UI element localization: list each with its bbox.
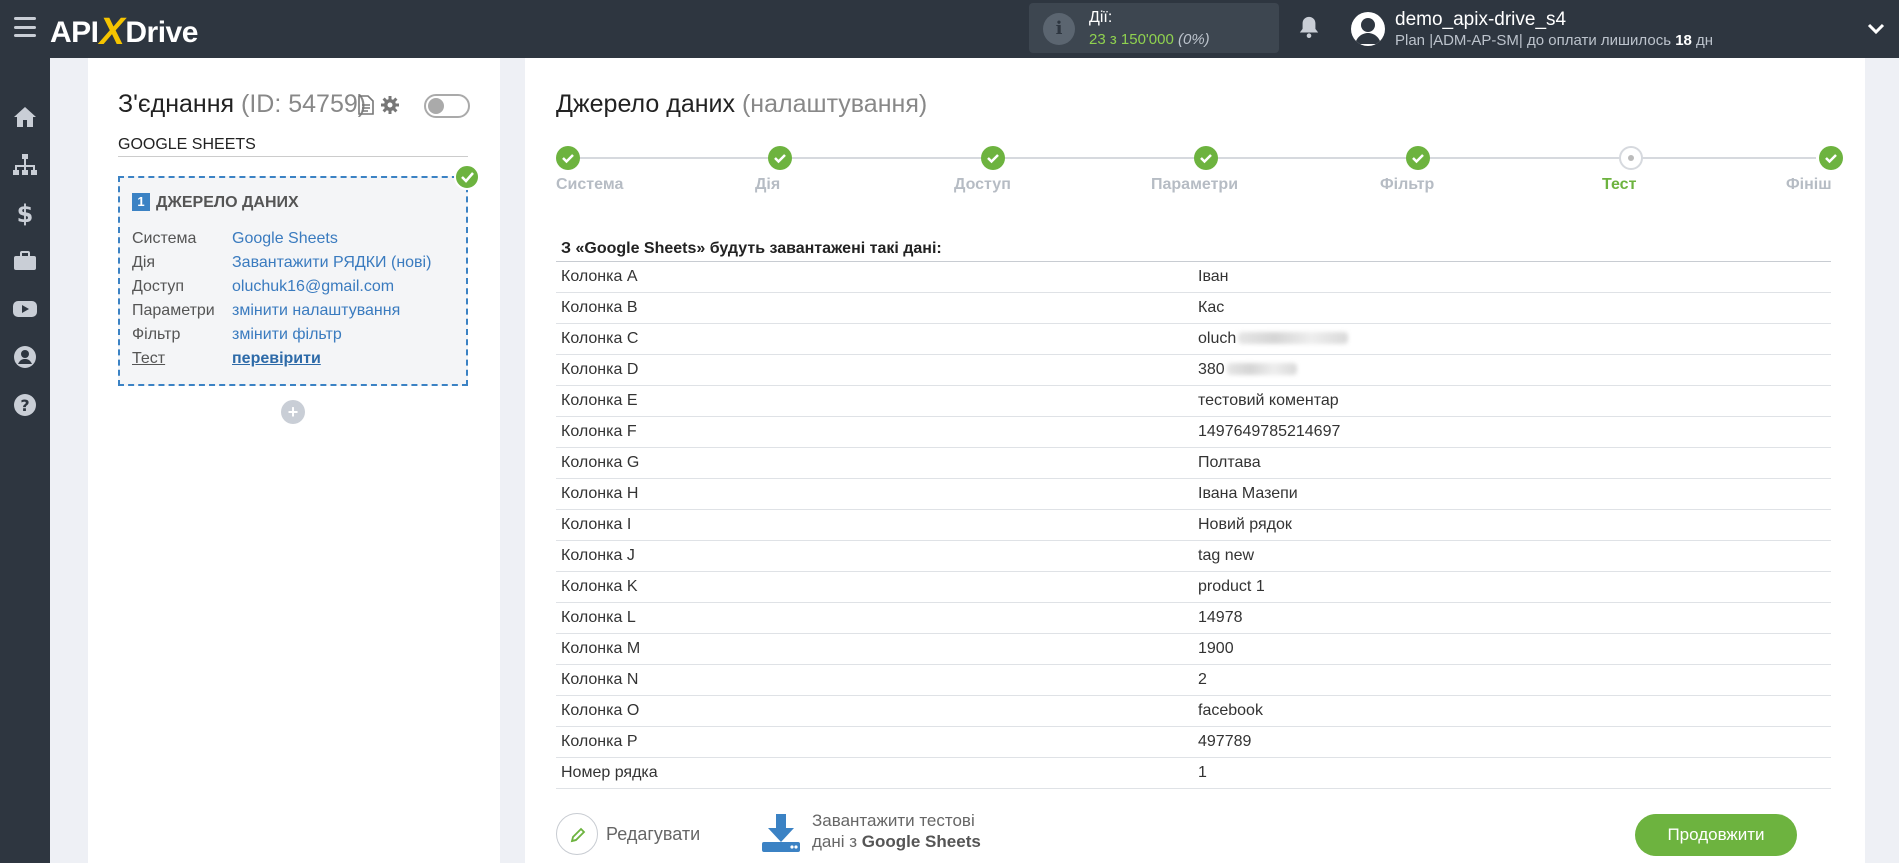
gear-icon[interactable] xyxy=(380,95,400,115)
table-header: З «Google Sheets» будуть завантажені так… xyxy=(556,236,1831,262)
table-row: Колонка I Новий рядок xyxy=(556,510,1831,541)
step-system-label[interactable]: Система xyxy=(556,176,623,194)
step-filter-label[interactable]: Фільтр xyxy=(1380,176,1434,194)
data-table: Колонка A Іван Колонка B Кас Колонка Coluc… xyxy=(556,262,1831,789)
source-system-link[interactable]: Google Sheets xyxy=(232,230,338,247)
source-test-link[interactable]: перевірити xyxy=(232,350,321,367)
source-settings-panel: Джерело даних (налаштування) Система Дія… xyxy=(525,58,1865,863)
table-row: Колонка D 380 xyxy=(556,355,1831,386)
source-row-params: Параметри змінити налаштування xyxy=(132,302,401,319)
logo-text-right: Drive xyxy=(125,16,198,49)
load-label-line2: дані з Google Sheets xyxy=(812,832,981,851)
table-row: Колонка F 1497649785214697 xyxy=(556,417,1831,448)
source-number: 1 xyxy=(132,193,150,211)
help-icon[interactable]: ? xyxy=(12,392,38,418)
edit-label: Редагувати xyxy=(606,824,701,844)
add-step-button[interactable]: + xyxy=(281,400,305,424)
table-row: Колонка G Полтава xyxy=(556,448,1831,479)
sidebar: $ ? xyxy=(0,58,50,863)
source-filter-link[interactable]: змінити фільтр xyxy=(232,326,342,343)
home-icon[interactable] xyxy=(12,104,38,130)
table-row: Колонка N2 xyxy=(556,665,1831,696)
step-finish-dot[interactable] xyxy=(1819,146,1843,170)
source-row-access: Доступ oluchuk16@gmail.com xyxy=(132,278,395,295)
logo-text-left: API xyxy=(50,16,99,49)
source-row-test: Тест перевірити xyxy=(132,350,321,367)
step-params-dot[interactable] xyxy=(1194,146,1218,170)
step-action-label[interactable]: Дія xyxy=(755,176,780,194)
connection-name[interactable]: GOOGLE SHEETS xyxy=(118,136,468,157)
connection-panel: З'єднання (ID: 54759) GOOGLE SHEETS 1 ДЖЕ… xyxy=(88,58,500,863)
step-access-label[interactable]: Доступ xyxy=(954,176,1011,194)
source-card[interactable]: 1 ДЖЕРЕЛО ДАНИХ Система Google Sheets Дія З… xyxy=(118,176,468,386)
load-label-line1: Завантажити тестові xyxy=(812,811,975,830)
check-icon xyxy=(454,164,480,190)
connection-toggle[interactable] xyxy=(424,94,470,118)
table-row: Колонка Jtag new xyxy=(556,541,1831,572)
table-row: Колонка Coluch xyxy=(556,324,1831,355)
redacted-value xyxy=(1226,363,1297,375)
redacted-value xyxy=(1238,332,1349,344)
logo[interactable]: APIXDrive xyxy=(50,9,198,53)
svg-text:$: $ xyxy=(17,200,34,226)
step-params-label[interactable]: Параметри xyxy=(1151,176,1238,194)
actions-count: 23 з 150'000 (0%) xyxy=(1089,31,1210,48)
sitemap-icon[interactable] xyxy=(12,152,38,178)
plan-days: 18 xyxy=(1675,32,1692,49)
actions-counter: i Дії: 23 з 150'000 (0%) xyxy=(1029,3,1279,53)
step-action-dot[interactable] xyxy=(768,146,792,170)
connection-id: (ID: 54759) xyxy=(241,90,367,118)
load-test-data-button[interactable]: Завантажити тестові дані з Google Sheets xyxy=(760,808,1000,858)
table-row: Номер рядка 1 xyxy=(556,758,1831,789)
actions-percent: (0%) xyxy=(1178,31,1210,48)
dollar-icon[interactable]: $ xyxy=(12,200,38,226)
table-row: Колонка Ofacebook xyxy=(556,696,1831,727)
table-row: Колонка Kproduct 1 xyxy=(556,572,1831,603)
chevron-down-icon[interactable] xyxy=(1866,18,1886,38)
username[interactable]: demo_apix-drive_s4 xyxy=(1395,9,1566,31)
page-title: Джерело даних (налаштування) xyxy=(556,90,928,118)
logo-text-x: X xyxy=(99,11,125,53)
connection-title: З'єднання (ID: 54759) xyxy=(118,90,367,118)
download-icon xyxy=(762,814,800,852)
info-icon: i xyxy=(1043,13,1075,45)
table-row: Колонка M 1900 xyxy=(556,634,1831,665)
document-icon[interactable] xyxy=(358,95,374,115)
svg-text:?: ? xyxy=(20,396,29,415)
table-row: Колонка P 497789 xyxy=(556,727,1831,758)
menu-icon[interactable] xyxy=(14,17,36,37)
youtube-icon[interactable] xyxy=(12,296,38,322)
pencil-icon xyxy=(556,813,598,855)
top-bar: APIXDrive i Дії: 23 з 150'000 (0%) demo_… xyxy=(0,0,1899,58)
table-row: Колонка L 14978 xyxy=(556,603,1831,634)
briefcase-icon[interactable] xyxy=(12,248,38,274)
avatar[interactable] xyxy=(1351,12,1385,46)
step-test-label[interactable]: Тест xyxy=(1602,176,1636,194)
step-filter-dot[interactable] xyxy=(1406,146,1430,170)
source-params-link[interactable]: змінити налаштування xyxy=(232,302,400,319)
source-row-action: Дія Завантажити РЯДКИ (нові) xyxy=(132,254,432,271)
user-icon[interactable] xyxy=(12,344,38,370)
step-system-dot[interactable] xyxy=(556,146,580,170)
table-row: Колонка Eтестовий коментар xyxy=(556,386,1831,417)
source-row-filter: Фільтр змінити фільтр xyxy=(132,326,342,343)
page-subtitle: (налаштування) xyxy=(741,90,928,118)
step-test-dot[interactable] xyxy=(1619,146,1643,170)
source-header: 1 ДЖЕРЕЛО ДАНИХ xyxy=(132,193,299,212)
source-access-link[interactable]: oluchuk16@gmail.com xyxy=(232,278,394,295)
bell-icon[interactable] xyxy=(1298,14,1320,40)
step-access-dot[interactable] xyxy=(981,146,1005,170)
source-action-link[interactable]: Завантажити РЯДКИ (нові) xyxy=(232,254,431,271)
continue-button[interactable]: Продовжити xyxy=(1635,814,1797,856)
table-row: Колонка B Кас xyxy=(556,293,1831,324)
table-row: Колонка A Іван xyxy=(556,262,1831,293)
actions-label: Дії: xyxy=(1089,9,1113,26)
table-row: Колонка H Івана Мазепи xyxy=(556,479,1831,510)
step-finish-label[interactable]: Фініш xyxy=(1786,176,1832,194)
source-row-system: Система Google Sheets xyxy=(132,230,338,247)
plan-info: Plan |ADM-AP-SM| до оплати лишилось 18 д… xyxy=(1395,32,1714,49)
